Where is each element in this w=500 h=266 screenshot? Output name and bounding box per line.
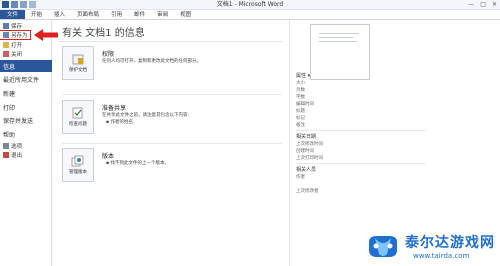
menu-help-label: 帮助	[3, 132, 16, 139]
divider	[62, 94, 282, 95]
prepare-desc: 在共享此文件之前，请注意其包含以下内容:	[102, 113, 190, 118]
tab-insert[interactable]: 插入	[48, 10, 71, 19]
permissions-title: 权限	[102, 51, 115, 58]
options-icon	[3, 143, 9, 149]
window-title: 文档1 - Microsoft Word	[216, 1, 284, 8]
tab-view[interactable]: 视图	[174, 10, 197, 19]
prepare-item-label: 作者的姓名	[110, 120, 133, 125]
menu-exit-label: 退出	[11, 153, 23, 159]
folder-icon	[3, 42, 9, 48]
page-title: 有关 文档1 的信息	[62, 28, 145, 39]
watermark-text: 泰尔达游戏网	[405, 234, 495, 251]
prop-tags: 标记	[296, 116, 305, 121]
versions-section: 管理版本 版本 ▪ 找不到此文件的上一个版本。	[62, 148, 282, 188]
prepare-title: 准备共享	[102, 105, 127, 112]
permissions-section: 保护文档 权限 任何人均可打开、复制和更改此文档的任何部分。	[62, 46, 282, 86]
menu-save-send-label: 保存并发送	[3, 118, 34, 125]
close-button[interactable]: ✕	[492, 1, 497, 8]
person-author: 作者	[296, 175, 305, 180]
properties-title[interactable]: 属性 ▾	[296, 72, 310, 79]
menu-print[interactable]: 打印	[0, 103, 52, 112]
gamepad-logo-icon	[365, 230, 401, 262]
prop-size: 大小	[296, 81, 305, 86]
prepare-item: ▪ 作者的姓名	[106, 120, 133, 125]
watermark-url: www.tairda.com	[413, 251, 470, 260]
close-doc-icon	[3, 51, 9, 57]
save-icon	[3, 23, 9, 29]
tab-page-layout[interactable]: 页面布局	[71, 10, 105, 19]
versions-icon	[71, 155, 84, 167]
menu-save-as-label: 另存为	[11, 33, 28, 39]
info-panel: 有关 文档1 的信息 保护文档 权限 任何人均可打开、复制和更改此文档的任何部分…	[52, 20, 289, 266]
protect-document-label: 保护文档	[69, 68, 87, 73]
menu-recent[interactable]: 最近所用文件	[0, 75, 52, 84]
tab-file[interactable]: 文件	[0, 10, 26, 19]
prop-title: 标题	[296, 109, 305, 114]
menu-save-send[interactable]: 保存并发送	[0, 116, 52, 125]
tab-mailings[interactable]: 邮件	[128, 10, 151, 19]
backstage-menu: 保存 另存为 打开 关闭 信息 最近所用文件 新建 打印 保存并发送 帮助 选项…	[0, 20, 52, 266]
manage-versions-label: 管理版本	[69, 170, 87, 175]
divider	[58, 41, 282, 42]
versions-desc-label: 找不到此文件的上一个版本。	[110, 161, 169, 166]
menu-info[interactable]: 信息	[0, 60, 52, 72]
menu-save-label: 保存	[11, 24, 23, 30]
menu-help[interactable]: 帮助	[0, 130, 52, 139]
document-thumbnail[interactable]	[310, 24, 370, 80]
versions-desc: ▪ 找不到此文件的上一个版本。	[106, 161, 169, 166]
menu-options-label: 选项	[11, 144, 23, 150]
menu-info-label: 信息	[3, 63, 16, 71]
divider	[62, 143, 282, 144]
related-people-title: 相关人员	[296, 167, 317, 173]
lock-icon	[72, 54, 84, 65]
window-controls: — □ ✕	[468, 1, 497, 8]
maximize-button[interactable]: □	[480, 1, 486, 8]
site-watermark: 泰尔达游戏网 www.tairda.com	[365, 225, 500, 266]
menu-save-as[interactable]: 另存为	[0, 30, 31, 40]
versions-title: 版本	[102, 153, 115, 160]
person-last-modified-by: 上次修改者	[296, 189, 319, 194]
prop-comments: 备注	[296, 123, 305, 128]
prepare-section: 检查问题 准备共享 在共享此文件之前，请注意其包含以下内容: ▪ 作者的姓名	[62, 100, 282, 140]
tab-home[interactable]: 开始	[25, 10, 48, 19]
date-created: 创建时间	[296, 149, 314, 154]
save-as-icon	[3, 32, 9, 38]
prop-pages: 页数	[296, 88, 305, 93]
tab-references[interactable]: 引用	[105, 10, 128, 19]
menu-print-label: 打印	[3, 105, 16, 112]
menu-new[interactable]: 新建	[0, 89, 52, 98]
date-last-modified: 上次修改时间	[296, 142, 323, 147]
menu-options[interactable]: 选项	[0, 142, 52, 150]
divider	[296, 130, 426, 131]
prop-words: 字数	[296, 95, 305, 100]
menu-new-label: 新建	[3, 91, 16, 98]
menu-recent-label: 最近所用文件	[3, 77, 40, 84]
check-issues-button[interactable]: 检查问题	[62, 100, 94, 134]
minimize-button[interactable]: —	[468, 1, 474, 8]
exit-icon	[3, 152, 9, 158]
menu-open-label: 打开	[11, 43, 23, 49]
divider	[296, 163, 426, 164]
check-issues-label: 检查问题	[69, 122, 87, 127]
permissions-desc: 任何人均可打开、复制和更改此文档的任何部分。	[102, 59, 201, 64]
ribbon-tabs: 文件 开始 插入 页面布局 引用 邮件 审阅 视图	[0, 10, 500, 20]
menu-exit[interactable]: 退出	[0, 151, 52, 159]
thumbnail-line	[319, 41, 357, 42]
tab-review[interactable]: 审阅	[151, 10, 174, 19]
prop-edit-time: 编辑时间	[296, 102, 314, 107]
date-last-printed: 上次打印时间	[296, 156, 323, 161]
protect-document-button[interactable]: 保护文档	[62, 46, 94, 80]
menu-close[interactable]: 关闭	[0, 50, 52, 58]
thumbnail-line	[319, 37, 353, 38]
thumbnail-line	[319, 33, 359, 34]
title-bar: 文档1 - Microsoft Word — □ ✕	[0, 0, 500, 10]
menu-close-label: 关闭	[11, 52, 23, 58]
related-dates-title: 相关日期	[296, 134, 317, 140]
manage-versions-button[interactable]: 管理版本	[62, 148, 94, 182]
document-check-icon	[72, 107, 83, 119]
